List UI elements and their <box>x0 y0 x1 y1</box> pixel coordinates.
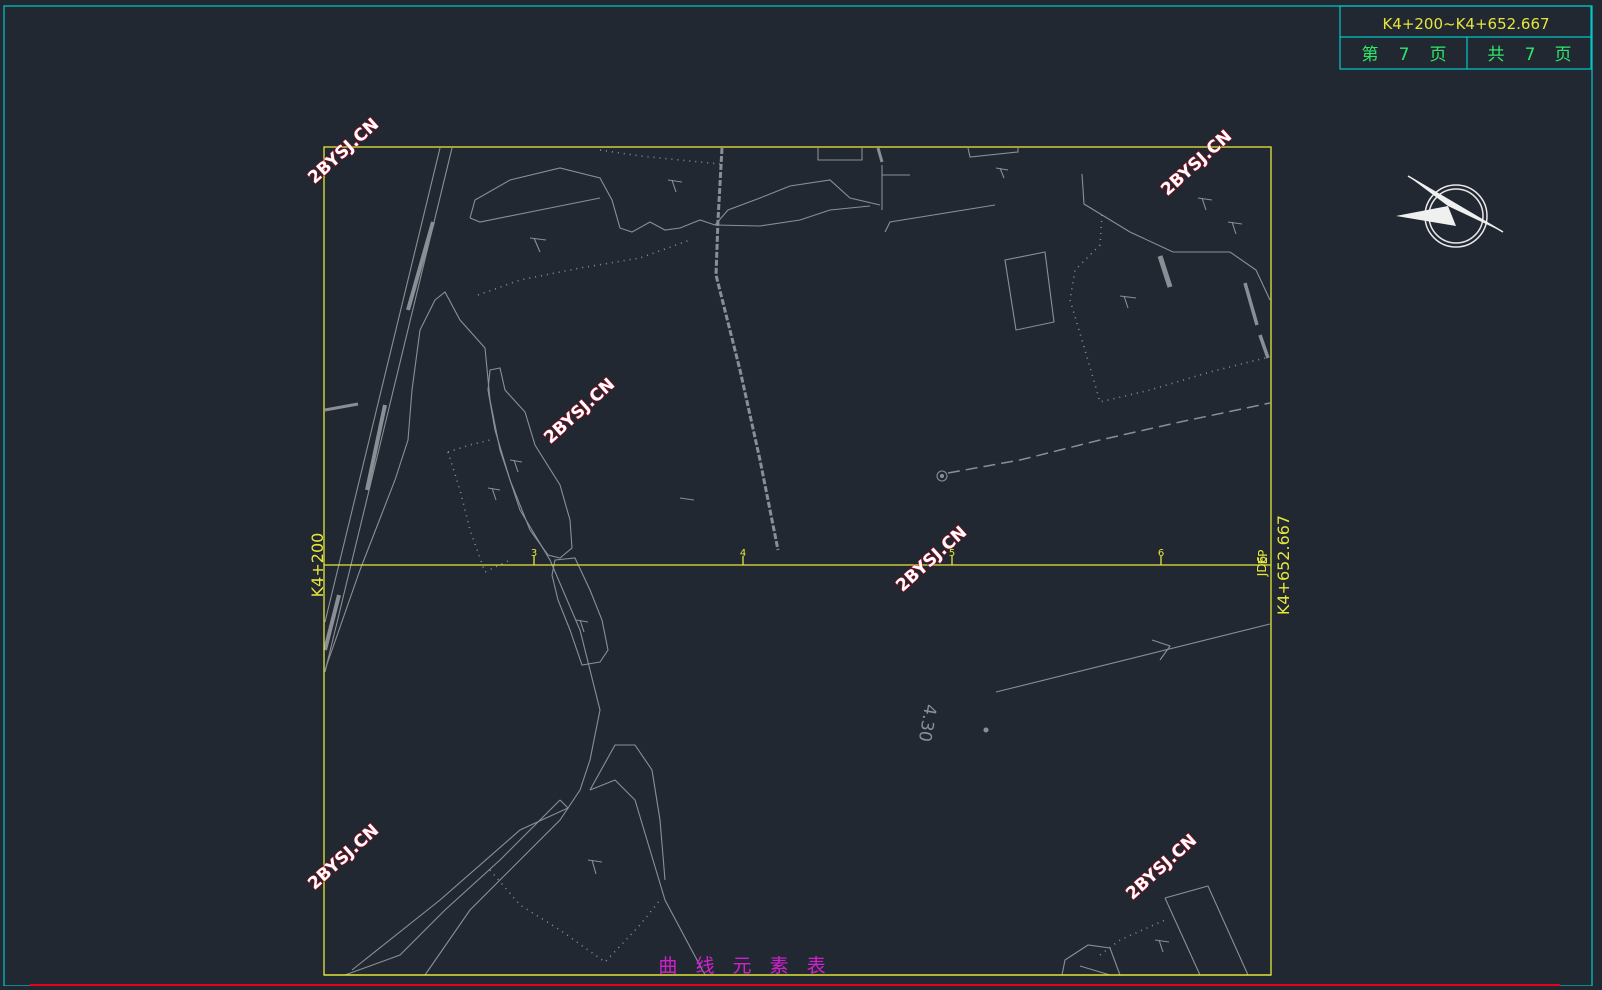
total-pages-cell: 共 7 页 <box>1488 45 1572 65</box>
page-label-prefix: 第 <box>1362 45 1379 65</box>
watermark-6: 2BYSJ.CN <box>1122 830 1201 904</box>
ep-label: EP <box>1256 550 1270 565</box>
chainage-tick-3: 3 <box>531 548 537 559</box>
chainage-end-label: K4+652.667 <box>1274 515 1293 615</box>
dotted-boundaries <box>447 149 1266 964</box>
chainage-tick-4: 4 <box>740 548 746 559</box>
watermark-1: 2BYSJ.CN <box>304 114 383 188</box>
chainage-start-label: K4+200 <box>308 533 327 598</box>
sheet-frame <box>3 5 1593 987</box>
page-current: 7 <box>1399 45 1410 65</box>
watermark-2: 2BYSJ.CN <box>1157 126 1236 200</box>
page-unit: 页 <box>1430 45 1447 65</box>
terrain-linework <box>323 147 1271 976</box>
cad-drawing-canvas[interactable]: K4+200~K4+652.667 第 7 页 共 7 页 3 4 5 6 K4… <box>0 0 1602 987</box>
total-pages: 7 <box>1525 45 1536 65</box>
watermark-5: 2BYSJ.CN <box>304 820 383 894</box>
watermark-3: 2BYSJ.CN <box>540 374 619 448</box>
elevation-label: 4.30 <box>914 702 940 743</box>
curve-elements-table-heading: 曲 线 元 素 表 <box>658 955 831 977</box>
watermarks: 2BYSJ.CN 2BYSJ.CN 2BYSJ.CN 2BYSJ.CN 2BYS… <box>304 114 1237 905</box>
station-range-text: K4+200~K4+652.667 <box>1382 15 1549 33</box>
current-page-cell: 第 7 页 <box>1362 45 1447 65</box>
drawing-svg: K4+200~K4+652.667 第 7 页 共 7 页 3 4 5 6 K4… <box>3 5 1593 987</box>
total-unit: 页 <box>1555 45 1572 65</box>
watermark-4: 2BYSJ.CN <box>892 522 971 596</box>
north-arrow-icon <box>1396 175 1504 248</box>
chainage-tick-6: 6 <box>1158 548 1164 559</box>
total-label-prefix: 共 <box>1488 45 1505 65</box>
map-border <box>323 146 1272 976</box>
title-block: K4+200~K4+652.667 第 7 页 共 7 页 <box>1339 5 1592 70</box>
